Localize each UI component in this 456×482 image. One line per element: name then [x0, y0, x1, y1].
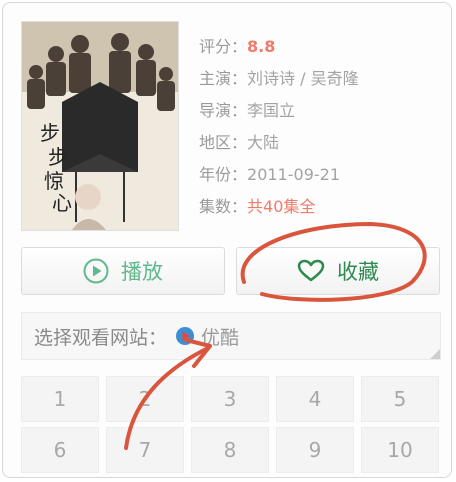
year-label: 年份：	[199, 165, 248, 184]
episodes-label: 集数：	[199, 197, 248, 216]
site-selector-label: 选择观看网站：	[34, 326, 168, 349]
episode-button[interactable]: 2	[106, 376, 184, 422]
rating-row: 评分：8.8	[199, 35, 359, 67]
episode-grid: 1 2 3 4 5 6 7 8 9 10	[21, 376, 441, 473]
detail-panel: 步 步 惊 心 评分：8.8 主演：刘诗诗 / 吴奇隆 导演：李国立 地区：大陆…	[2, 2, 452, 478]
year-value: 2011-09-21	[247, 165, 340, 184]
play-button[interactable]: 播放	[21, 247, 225, 295]
poster-image[interactable]: 步 步 惊 心	[21, 21, 179, 231]
director-label: 导演：	[199, 101, 248, 120]
favorite-button[interactable]: 收藏	[236, 247, 440, 295]
region-label: 地区：	[199, 133, 248, 152]
rating-value: 8.8	[247, 37, 276, 56]
episode-button[interactable]: 10	[361, 427, 439, 473]
svg-text:步: 步	[40, 121, 60, 145]
year-row: 年份：2011-09-21	[199, 163, 359, 195]
site-selector[interactable]: 选择观看网站： 优酷	[21, 312, 441, 360]
episodes-value: 共40集全	[247, 197, 316, 216]
cast-row: 主演：刘诗诗 / 吴奇隆	[199, 67, 359, 99]
youku-logo-icon	[175, 326, 195, 346]
episode-button[interactable]: 6	[21, 427, 99, 473]
play-label: 播放	[121, 260, 163, 284]
play-circle-icon	[83, 258, 109, 284]
region-value: 大陆	[247, 133, 280, 152]
director-row: 导演：李国立	[199, 99, 359, 131]
svg-text:惊: 惊	[44, 169, 64, 193]
episode-button[interactable]: 5	[361, 376, 439, 422]
cast-value[interactable]: 刘诗诗 / 吴奇隆	[247, 69, 359, 88]
episode-button[interactable]: 9	[276, 427, 354, 473]
heart-icon	[297, 259, 325, 283]
episode-button[interactable]: 4	[276, 376, 354, 422]
svg-text:步: 步	[48, 145, 68, 169]
episode-button[interactable]: 1	[21, 376, 99, 422]
episodes-row: 集数：共40集全	[199, 195, 359, 227]
episode-button[interactable]: 3	[191, 376, 269, 422]
episode-button[interactable]: 7	[106, 427, 184, 473]
favorite-label: 收藏	[337, 260, 379, 284]
director-value[interactable]: 李国立	[247, 101, 295, 120]
region-row: 地区：大陆	[199, 131, 359, 163]
cast-label: 主演：	[199, 69, 248, 88]
rating-label: 评分：	[199, 37, 248, 56]
dropdown-corner-icon	[430, 349, 440, 359]
poster-artwork: 步 步 惊 心	[22, 22, 178, 230]
episode-button[interactable]: 8	[191, 427, 269, 473]
selected-site-name: 优酷	[201, 326, 240, 349]
movie-info: 评分：8.8 主演：刘诗诗 / 吴奇隆 导演：李国立 地区：大陆 年份：2011…	[199, 35, 359, 227]
selected-site[interactable]: 优酷	[175, 323, 239, 350]
svg-text:心: 心	[52, 191, 72, 215]
